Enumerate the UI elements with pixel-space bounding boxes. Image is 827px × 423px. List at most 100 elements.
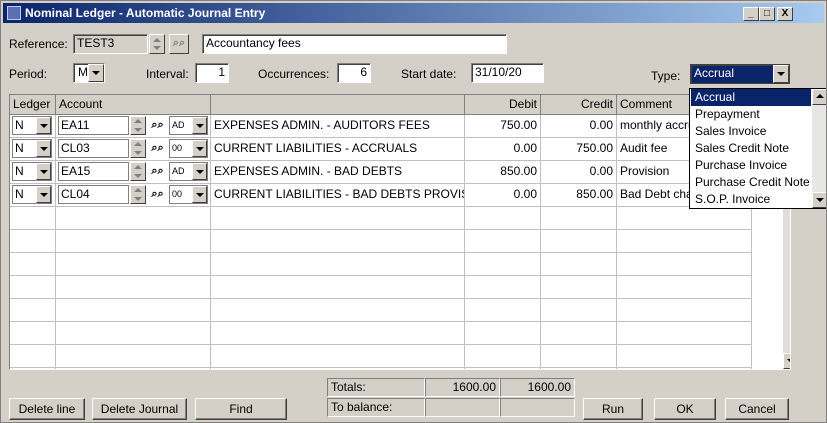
tax-code-select[interactable]: AD [169,116,208,135]
row-debit[interactable]: 750.00 [465,115,540,137]
ledger-value: N [15,118,24,132]
row-description: CURRENT LIABILITIES - ACCRUALS [214,141,418,155]
type-option[interactable]: Accrual [691,89,811,106]
period-dropdown-icon[interactable] [88,64,104,82]
scroll-up-icon[interactable] [812,89,826,105]
row-description: EXPENSES ADMIN. - AUDITORS FEES [214,118,430,132]
row-credit[interactable]: 0.00 [541,115,616,137]
account-field[interactable]: EA11 [58,116,129,135]
account-search-icon[interactable]: ⌕⌕ [148,162,167,181]
ledger-select[interactable]: N [12,185,52,204]
grid-divider [10,298,752,299]
col-credit[interactable]: Credit [541,95,617,115]
account-search-icon[interactable]: ⌕⌕ [148,185,167,204]
type-dropdown-list[interactable]: Accrual Prepayment Sales Invoice Sales C… [689,88,826,209]
close-button[interactable]: X [777,7,793,21]
cancel-button[interactable]: Cancel [725,398,789,420]
grid-divider [10,367,752,368]
row-description: EXPENSES ADMIN. - BAD DEBTS [214,164,403,178]
table-row[interactable]: N EA15 ⌕⌕ AD EXPENSES ADMIN. - BAD DEBTS… [10,161,752,183]
delete-journal-button[interactable]: Delete Journal [92,398,187,420]
grid-divider [10,321,752,322]
account-field[interactable]: CL03 [58,139,129,158]
table-row[interactable]: N EA11 ⌕⌕ AD EXPENSES ADMIN. - AUDITORS … [10,115,752,137]
ledger-dropdown-icon[interactable] [36,140,51,157]
row-description: CURRENT LIABILITIES - BAD DEBTS PROVIS [214,187,464,201]
ok-button[interactable]: OK [654,398,716,420]
row-debit[interactable]: 850.00 [465,161,540,183]
occurrences-field[interactable]: 6 [337,63,371,83]
total-debit: 1600.00 [425,378,500,397]
type-option[interactable]: Purchase Credit Note [691,174,811,191]
start-date-field[interactable]: 31/10/20 [471,63,544,83]
tax-dropdown-icon[interactable] [192,186,207,203]
row-credit[interactable]: 750.00 [541,138,616,160]
scroll-down-icon[interactable] [783,353,790,369]
tax-dropdown-icon[interactable] [192,163,207,180]
reference-field[interactable]: TEST3 [73,34,148,54]
journal-window: Nominal Ledger - Automatic Journal Entry… [0,0,827,423]
tax-dropdown-icon[interactable] [192,117,207,134]
type-list-scrollbar[interactable] [812,89,826,208]
grid-divider [10,252,752,253]
totals-label: Totals: [327,378,425,397]
delete-line-button[interactable]: Delete line [9,398,85,420]
ledger-dropdown-icon[interactable] [36,117,51,134]
description-field[interactable]: Accountancy fees [202,34,507,54]
period-value: M [78,65,88,79]
account-stepper[interactable] [130,116,146,135]
ledger-select[interactable]: N [12,116,52,135]
col-description[interactable] [211,95,465,115]
col-ledger[interactable]: Ledger [10,95,56,115]
title-bar: Nominal Ledger - Automatic Journal Entry… [3,3,824,23]
period-label: Period: [9,67,48,81]
reference-stepper[interactable] [149,34,165,54]
col-account[interactable]: Account [56,95,211,115]
account-field[interactable]: EA15 [58,162,129,181]
type-option[interactable]: Prepayment [691,106,811,123]
run-button[interactable]: Run [583,398,643,420]
tax-code-select[interactable]: AD [169,162,208,181]
maximize-button[interactable]: □ [759,7,775,21]
account-stepper[interactable] [130,162,146,181]
type-select[interactable]: Accrual [690,64,790,84]
account-stepper[interactable] [130,185,146,204]
type-option[interactable]: Purchase Invoice [691,157,811,174]
account-search-icon[interactable]: ⌕⌕ [148,139,167,158]
row-debit[interactable]: 0.00 [465,184,540,206]
account-field[interactable]: CL04 [58,185,129,204]
row-credit[interactable]: 0.00 [541,161,616,183]
tax-code-select[interactable]: 00 [169,139,208,158]
table-row[interactable]: N CL03 ⌕⌕ 00 CURRENT LIABILITIES - ACCRU… [10,138,752,160]
type-option[interactable]: Sales Credit Note [691,140,811,157]
grid-divider [10,344,752,345]
tax-dropdown-icon[interactable] [192,140,207,157]
table-row[interactable]: N CL04 ⌕⌕ 00 CURRENT LIABILITIES - BAD D… [10,184,752,206]
tax-code-value: 00 [172,143,183,153]
scroll-down-icon[interactable] [812,192,826,208]
grid-divider [10,229,752,230]
interval-field[interactable]: 1 [195,63,229,83]
to-balance-label: To balance: [327,398,425,417]
row-debit[interactable]: 0.00 [465,138,540,160]
account-stepper[interactable] [130,139,146,158]
row-credit[interactable]: 850.00 [541,184,616,206]
tax-code-select[interactable]: 00 [169,185,208,204]
type-dropdown-icon[interactable] [773,65,789,83]
ledger-value: N [15,141,24,155]
type-option[interactable]: Sales Invoice [691,123,811,140]
ledger-dropdown-icon[interactable] [36,163,51,180]
balance-credit [500,398,575,417]
find-button[interactable]: Find [195,398,287,420]
occurrences-label: Occurrences: [258,67,330,81]
tax-code-value: AD [172,120,185,130]
account-search-icon[interactable]: ⌕⌕ [148,116,167,135]
reference-search-icon[interactable]: ⌕⌕ [169,34,189,54]
ledger-select[interactable]: N [12,162,52,181]
ledger-dropdown-icon[interactable] [36,186,51,203]
period-select[interactable]: M [73,63,105,83]
ledger-select[interactable]: N [12,139,52,158]
col-debit[interactable]: Debit [465,95,541,115]
minimize-button[interactable]: _ [743,7,759,21]
type-option[interactable]: S.O.P. Invoice [691,191,811,208]
